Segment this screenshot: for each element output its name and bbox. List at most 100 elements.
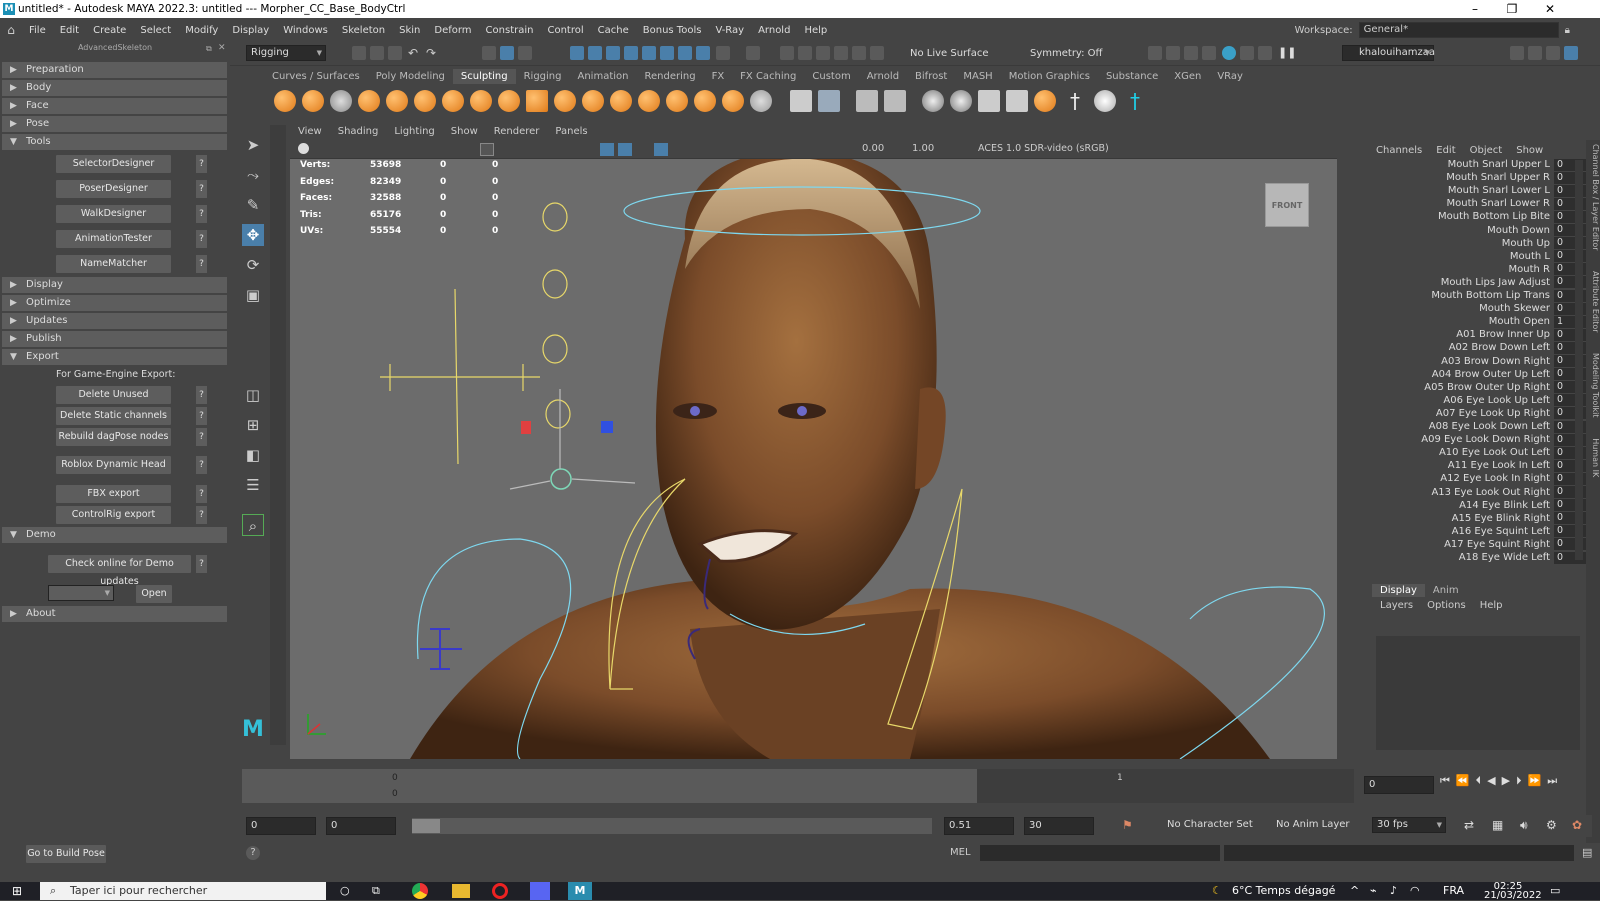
vray-render-icon[interactable] [1222,46,1236,60]
channel-name[interactable]: Mouth Snarl Upper L [1370,158,1550,171]
menu-vray[interactable]: V-Ray [708,25,751,36]
viewport-menu-panels[interactable]: Panels [547,125,595,141]
fbx-export-button[interactable]: FBX export [56,485,171,503]
menu-file[interactable]: File [22,25,53,36]
help-button[interactable]: ? [196,155,207,173]
animation-start-field[interactable]: 0 [246,817,316,835]
scrape-tool-icon[interactable] [582,90,604,112]
channel-name[interactable]: A04 Brow Outer Up Left [1370,368,1550,381]
channel-name[interactable]: A17 Eye Squint Right [1370,538,1550,551]
channel-name[interactable]: Mouth Snarl Lower L [1370,184,1550,197]
section-tools[interactable]: ▼ Tools [2,134,227,150]
playback-end-field[interactable]: 0.51 [944,817,1014,835]
lock-selection-icon[interactable] [716,46,730,60]
section-publish[interactable]: ▶ Publish [2,331,227,347]
character-icon[interactable]: † [1124,90,1146,112]
sculpt-tool-icon[interactable] [274,90,296,112]
menu-bonus-tools[interactable]: Bonus Tools [636,25,709,36]
menu-deform[interactable]: Deform [427,25,478,36]
channel-scrollbar[interactable] [1575,160,1583,560]
maya-taskbar-icon[interactable]: M [568,882,592,900]
viewport-menu-show[interactable]: Show [443,125,486,141]
auto-key-icon[interactable]: ⚑ [1122,818,1136,832]
freeze-tool-icon[interactable] [750,90,772,112]
vray-ipr-icon[interactable] [1240,46,1254,60]
edit-menu[interactable]: Edit [1436,145,1455,156]
vray-frame-buffer-icon[interactable] [1258,46,1272,60]
loop-icon[interactable]: ⇄ [1464,818,1474,832]
channel-name[interactable]: Mouth Bottom Lip Trans [1370,289,1550,302]
fps-dropdown[interactable]: 30 fps [1372,817,1446,833]
help-button[interactable]: ? [196,180,207,198]
render-settings-icon[interactable] [816,46,830,60]
weather-text[interactable]: 6°C Temps dégagé [1232,882,1335,900]
menu-set-dropdown[interactable]: Rigging [246,45,326,61]
viewport-menu-lighting[interactable]: Lighting [386,125,442,141]
side-tab-modeling-toolkit[interactable]: Modeling Toolkit [1591,353,1600,417]
viewport-menu-renderer[interactable]: Renderer [486,125,548,141]
anim-prefs-icon[interactable]: ⚙ [1546,818,1557,832]
channel-name[interactable]: A14 Eye Blink Left [1370,499,1550,512]
range-slider[interactable] [412,818,932,834]
menu-help[interactable]: Help [797,25,834,36]
taskbar-search[interactable]: ⌕ Taper ici pour rechercher [40,882,326,900]
shelf-tab-animation[interactable]: Animation [570,69,637,84]
undo-icon[interactable]: ↶ [408,46,422,60]
shelf-tab-vray[interactable]: VRay [1209,69,1251,84]
grab-tool-icon[interactable] [358,90,380,112]
section-pose[interactable]: ▶ Pose [2,116,227,132]
options-menu[interactable]: Options [1427,600,1466,611]
channel-name[interactable]: Mouth Snarl Lower R [1370,197,1551,210]
shelf-tab-sculpting[interactable]: Sculpting [452,69,516,84]
help-button[interactable]: ? [196,407,207,425]
view-cube[interactable]: FRONT [1265,183,1309,227]
viewport-panel[interactable]: View Shading Lighting Show Renderer Pane… [290,125,1337,759]
home-icon[interactable]: ⌂ [0,23,22,37]
shelf-tab-bifrost[interactable]: Bifrost [907,69,955,84]
outliner-strip[interactable] [270,125,286,745]
shelf-tab-rendering[interactable]: Rendering [636,69,703,84]
toggle-channel-box-icon[interactable] [1564,46,1578,60]
open-demo-button[interactable]: Open [136,585,172,603]
help-menu[interactable]: Help [1480,600,1503,611]
hypershade-icon[interactable] [834,46,848,60]
menu-constrain[interactable]: Constrain [479,25,541,36]
mel-label[interactable]: MEL [950,847,971,858]
color-space-dropdown[interactable]: ACES 1.0 SDR-video (sRGB) [974,142,1146,157]
channel-name[interactable]: A11 Eye Look In Left [1370,459,1550,472]
render-setup-icon[interactable] [852,46,866,60]
animation-tester-button[interactable]: AnimationTester [56,230,171,248]
amplify-tool-icon[interactable] [722,90,744,112]
select-hierarchy-icon[interactable] [482,46,496,60]
channel-name[interactable]: A06 Eye Look Up Left [1370,394,1550,407]
light-editor-icon[interactable] [870,46,884,60]
render-view-icon[interactable] [1148,46,1162,60]
walk-designer-button[interactable]: WalkDesigner [56,205,171,223]
paint-select-icon[interactable]: ✎ [242,194,264,216]
object-menu[interactable]: Object [1470,145,1503,156]
section-body[interactable]: ▶ Body [2,80,227,96]
snap-grid-icon[interactable] [570,46,584,60]
gamma-value[interactable]: 1.00 [912,143,934,154]
go-to-build-pose-button[interactable]: Go to Build Pose [26,845,106,863]
shelf-tab-custom[interactable]: Custom [804,69,858,84]
pause-icon[interactable]: ❚❚ [1278,46,1296,60]
close-panel-icon[interactable]: ✕ [218,43,226,53]
history-icon[interactable] [746,46,760,60]
relax-tool-icon[interactable] [330,90,352,112]
workspace-dropdown[interactable]: General* [1358,22,1559,38]
layer-tab-anim[interactable]: Anim [1425,584,1467,597]
windows-start-icon[interactable]: ⊞ [12,882,22,900]
menu-skin[interactable]: Skin [392,25,427,36]
advanced-skeleton-5-icon[interactable] [1034,90,1056,112]
viewport-menu-shading[interactable]: Shading [330,125,387,141]
menu-select[interactable]: Select [133,25,178,36]
scale-tool-icon[interactable]: ▣ [242,284,264,306]
pinch-tool-icon[interactable] [386,90,408,112]
soft-select-icon[interactable] [922,90,944,112]
channel-name[interactable]: Mouth Snarl Upper R [1370,171,1550,184]
blend-shape-icon[interactable] [856,90,878,112]
section-updates[interactable]: ▶ Updates [2,313,227,329]
knife-tool-icon[interactable] [638,90,660,112]
layer-list-area[interactable] [1376,636,1580,750]
